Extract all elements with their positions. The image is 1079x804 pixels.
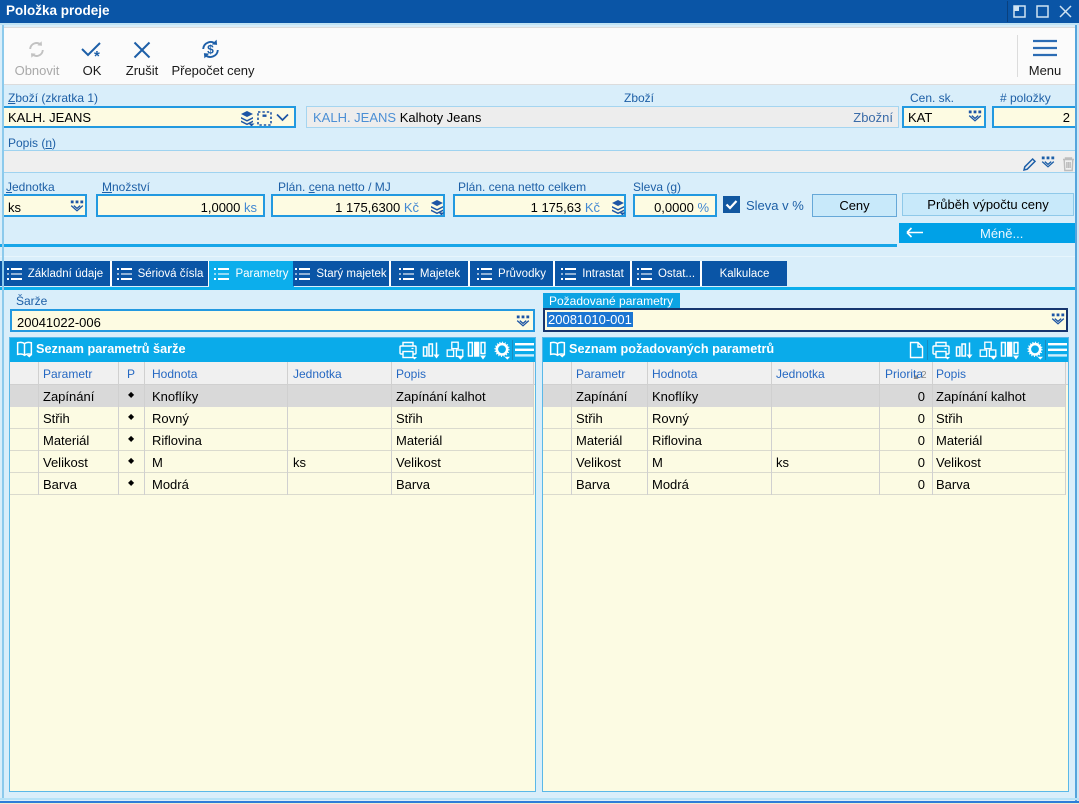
svg-text:$: $	[207, 43, 214, 57]
svg-text:*: *	[94, 48, 100, 60]
